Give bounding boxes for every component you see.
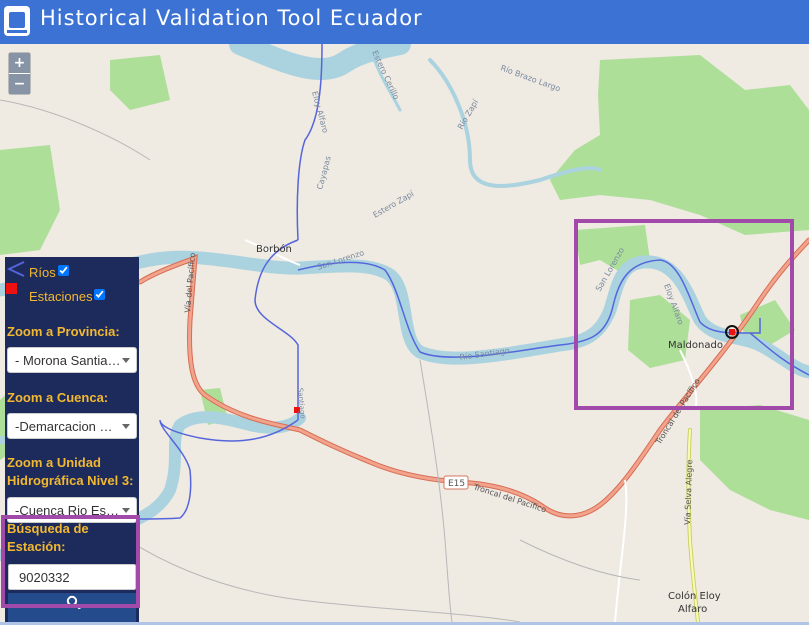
rivers-legend-icon bbox=[6, 261, 25, 277]
search-button[interactable] bbox=[8, 593, 136, 622]
label-e15: E15 bbox=[448, 479, 465, 489]
zoom-out-button[interactable]: − bbox=[9, 73, 30, 94]
rivers-checkbox[interactable] bbox=[58, 265, 69, 276]
provincia-select-value: - Morona Santia… bbox=[15, 353, 121, 368]
control-panel: Ríos Estaciones Zoom a Provincia: - Moro… bbox=[5, 257, 139, 622]
app-logo-icon bbox=[4, 6, 30, 36]
zoom-in-button[interactable]: + bbox=[9, 53, 30, 73]
app-title: Historical Validation Tool Ecuador bbox=[40, 6, 423, 30]
provincia-label: Zoom a Provincia: bbox=[7, 324, 120, 339]
rivers-legend-label: Ríos bbox=[29, 265, 56, 280]
label-borbon: Borbón bbox=[256, 243, 292, 255]
busqueda-label: Búsqueda de Estación: bbox=[7, 521, 89, 554]
label-maldonado: Maldonado bbox=[668, 340, 723, 351]
search-icon bbox=[66, 595, 81, 609]
cuenca-select-value: -Demarcacion … bbox=[15, 419, 113, 434]
zoom-control: + − bbox=[8, 52, 31, 95]
unidad-select-value: -Cuenca Rio Es… bbox=[15, 503, 120, 518]
stations-checkbox[interactable] bbox=[94, 289, 105, 300]
provincia-select[interactable]: - Morona Santia… bbox=[7, 347, 137, 373]
app-header: Historical Validation Tool Ecuador bbox=[0, 0, 809, 44]
station-search-input[interactable]: 9020332 bbox=[8, 564, 136, 590]
cuenca-select[interactable]: -Demarcacion … bbox=[7, 413, 137, 439]
stations-legend-label: Estaciones bbox=[29, 289, 93, 304]
label-colon: Colón Eloy bbox=[668, 590, 721, 602]
chevron-down-icon bbox=[122, 424, 130, 429]
unidad-label: Zoom a Unidad Hidrográfica Nivel 3: bbox=[7, 455, 134, 488]
stations-legend-icon bbox=[6, 283, 17, 294]
cuenca-label: Zoom a Cuenca: bbox=[7, 390, 109, 405]
chevron-down-icon bbox=[122, 508, 130, 513]
chevron-down-icon bbox=[122, 358, 130, 363]
label-alfaro: Alfaro bbox=[678, 604, 707, 615]
